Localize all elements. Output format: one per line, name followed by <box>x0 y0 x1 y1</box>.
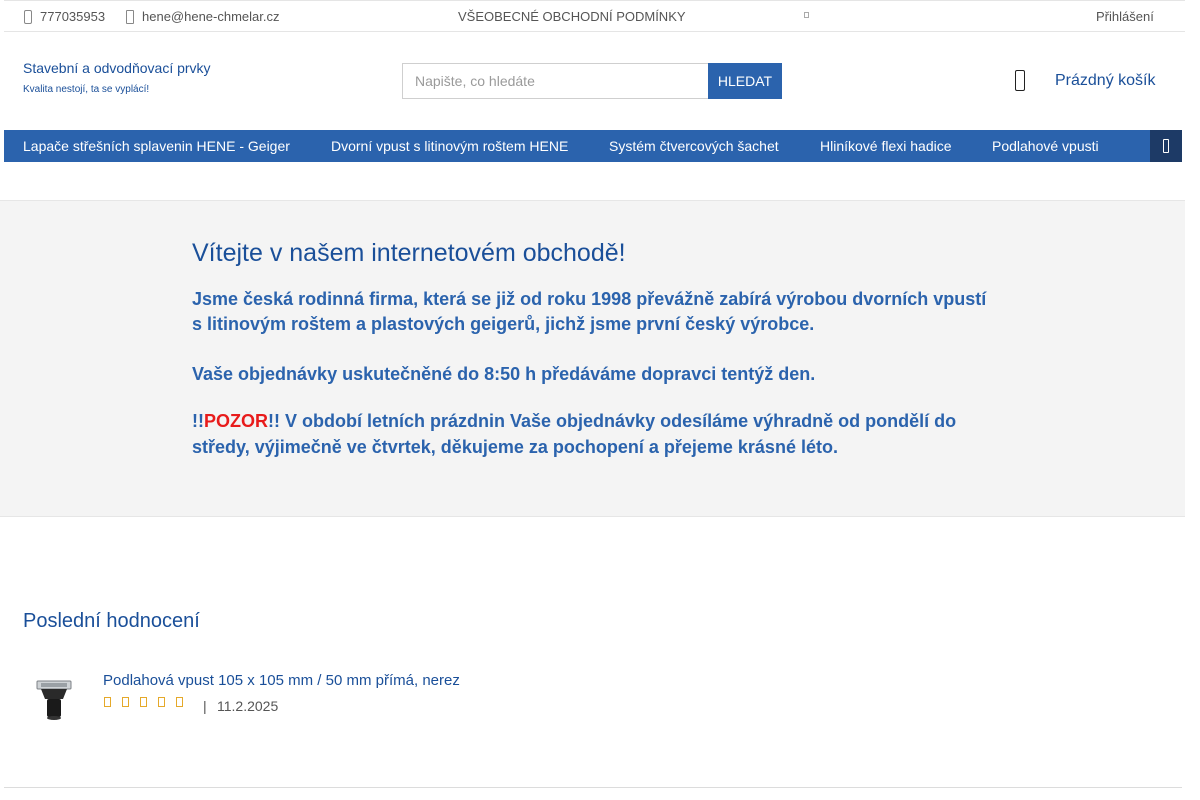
notice-highlight: POZOR <box>204 411 269 431</box>
cart-link[interactable]: Prázdný košík <box>1015 70 1155 91</box>
phone-icon <box>24 9 32 24</box>
nav-item-podlahove-vpusti[interactable]: Podlahové vpusti <box>992 138 1099 154</box>
review-rating <box>103 695 184 707</box>
login-link[interactable]: Přihlášení <box>1096 9 1154 24</box>
star-icon <box>139 695 148 707</box>
nav-item-flexi-hadice[interactable]: Hliníkové flexi hadice <box>820 138 952 154</box>
nav-more-button[interactable] <box>1150 130 1182 162</box>
search-input[interactable] <box>402 63 708 99</box>
reviews-title: Poslední hodnocení <box>23 610 200 632</box>
main-navigation: Lapače střešních splavenin HENE - Geiger… <box>4 130 1182 162</box>
review-separator: | <box>203 698 207 714</box>
product-thumbnail[interactable] <box>33 675 75 723</box>
welcome-paragraph-company: Jsme česká rodinná firma, která se již o… <box>192 289 987 334</box>
welcome-paragraph-dispatch: Vaše objednávky uskutečněné do 8:50 h př… <box>192 364 816 384</box>
brand-subtitle: Kvalita nestojí, ta se vyplácí! <box>23 84 150 95</box>
more-links-toggle[interactable] <box>804 12 809 18</box>
cart-label[interactable]: Prázdný košík <box>1055 72 1155 90</box>
review-product-name[interactable]: Podlahová vpust 105 x 105 mm / 50 mm pří… <box>103 672 460 689</box>
envelope-icon <box>126 9 134 24</box>
review-item: Podlahová vpust 105 x 105 mm / 50 mm pří… <box>23 665 623 735</box>
welcome-notice: !!POZOR!! V období letních prázdnin Vaše… <box>192 408 992 460</box>
brand-title[interactable]: Stavební a odvodňovací prvky <box>23 60 211 76</box>
nav-item-ctvercove-sachty[interactable]: Systém čtvercových šachet <box>609 138 779 154</box>
cart-icon[interactable] <box>1015 70 1025 91</box>
nav-item-dvorni-vpust[interactable]: Dvorní vpust s litinovým roštem HENE <box>331 138 568 154</box>
welcome-heading: Vítejte v našem internetovém obchodě! <box>192 239 626 267</box>
menu-more-icon <box>1163 139 1169 153</box>
login-label[interactable]: Přihlášení <box>1096 9 1154 24</box>
star-icon <box>121 695 130 707</box>
email-address[interactable]: hene@hene-chmelar.cz <box>142 9 280 24</box>
star-icon <box>103 695 112 707</box>
terms-link[interactable]: VŠEOBECNÉ OBCHODNÍ PODMÍNKY <box>458 9 686 24</box>
nav-item-geiger[interactable]: Lapače střešních splavenin HENE - Geiger <box>23 138 290 154</box>
email-contact[interactable]: hene@hene-chmelar.cz <box>126 9 280 24</box>
search-button[interactable]: HLEDAT <box>708 63 782 99</box>
dropdown-icon[interactable] <box>804 12 809 18</box>
welcome-banner: Vítejte v našem internetovém obchodě! Js… <box>0 200 1185 517</box>
notice-text: !! V období letních prázdnin Vaše objedn… <box>192 411 957 457</box>
top-bar: 777035953 hene@hene-chmelar.cz VŠEOBECNÉ… <box>4 0 1185 32</box>
review-date: 11.2.2025 <box>217 698 279 714</box>
star-icon <box>175 695 184 707</box>
terms-link-label[interactable]: VŠEOBECNÉ OBCHODNÍ PODMÍNKY <box>458 9 686 24</box>
search-form: HLEDAT <box>402 63 782 99</box>
phone-number[interactable]: 777035953 <box>40 9 105 24</box>
notice-prefix: !! <box>192 411 204 431</box>
footer-divider <box>4 787 1182 788</box>
star-icon <box>157 695 166 707</box>
phone-contact[interactable]: 777035953 <box>24 9 105 24</box>
